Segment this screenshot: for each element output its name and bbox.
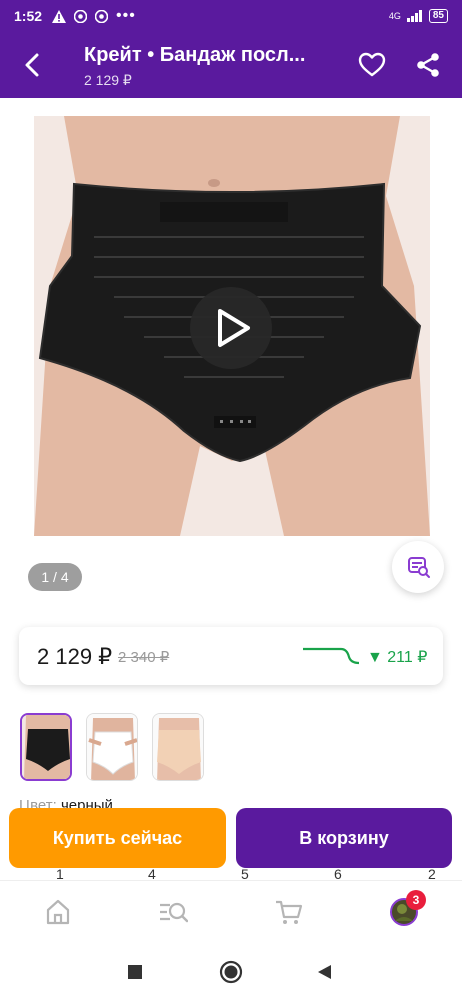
product-gallery[interactable] xyxy=(0,98,462,608)
buy-now-button[interactable]: Купить сейчас xyxy=(9,808,226,868)
thumbnail-image xyxy=(22,715,70,779)
chrome-icon xyxy=(95,9,109,23)
play-video-icon[interactable] xyxy=(190,287,272,369)
share-icon[interactable] xyxy=(414,51,442,79)
chrome-icon xyxy=(74,9,88,23)
status-right: 4G 85 xyxy=(389,9,448,23)
home-button-icon[interactable] xyxy=(219,960,243,984)
page-title: Крейт • Бандаж посл... xyxy=(84,44,306,66)
size-row: 1 4 5 6 2 xyxy=(0,866,462,882)
back-arrow-icon[interactable] xyxy=(18,50,48,80)
image-search-icon xyxy=(408,557,430,578)
bottom-nav xyxy=(0,880,462,942)
current-price: 2 129 ₽ xyxy=(37,644,113,669)
catalog-search-icon[interactable] xyxy=(158,897,188,927)
header-price: 2 129 ₽ xyxy=(84,72,132,88)
thumbnail-strip xyxy=(20,713,204,783)
network-type: 4G xyxy=(388,11,401,21)
battery-icon: 85 xyxy=(428,9,448,23)
thumbnail-3[interactable] xyxy=(152,713,204,781)
price-history-graph xyxy=(303,647,359,665)
thumbnail-image xyxy=(153,714,203,780)
old-price: 2 340 ₽ xyxy=(118,649,170,666)
price-drop: ▼ 211 ₽ xyxy=(367,649,428,666)
back-button-icon[interactable] xyxy=(316,964,332,980)
home-icon[interactable] xyxy=(43,897,73,927)
signal-icon xyxy=(406,10,422,22)
search-by-photo-button[interactable] xyxy=(392,541,444,593)
cart-badge: 3 xyxy=(406,890,426,910)
thumbnail-2[interactable] xyxy=(86,713,138,781)
thumbnail-1[interactable] xyxy=(20,713,72,781)
app-header: Крейт • Бандаж посл... 2 129 ₽ xyxy=(0,32,462,98)
price-card[interactable]: 2 129 ₽ 2 340 ₽ ▼ 211 ₽ xyxy=(19,627,443,685)
status-notification-icons: ••• xyxy=(52,7,136,25)
thumbnail-image xyxy=(87,714,137,780)
add-to-cart-button[interactable]: В корзину xyxy=(236,808,452,868)
cart-icon[interactable] xyxy=(274,897,304,927)
status-time: 1:52 xyxy=(14,8,43,24)
system-nav-bar xyxy=(0,942,462,1000)
warning-icon xyxy=(52,9,67,23)
more-dots-icon: ••• xyxy=(116,7,136,24)
photo-counter: 1 / 4 xyxy=(28,563,82,591)
status-bar: 1:52 ••• 4G 85 xyxy=(0,0,462,32)
recent-apps-icon[interactable] xyxy=(127,964,143,980)
favorite-heart-icon[interactable] xyxy=(358,51,386,79)
